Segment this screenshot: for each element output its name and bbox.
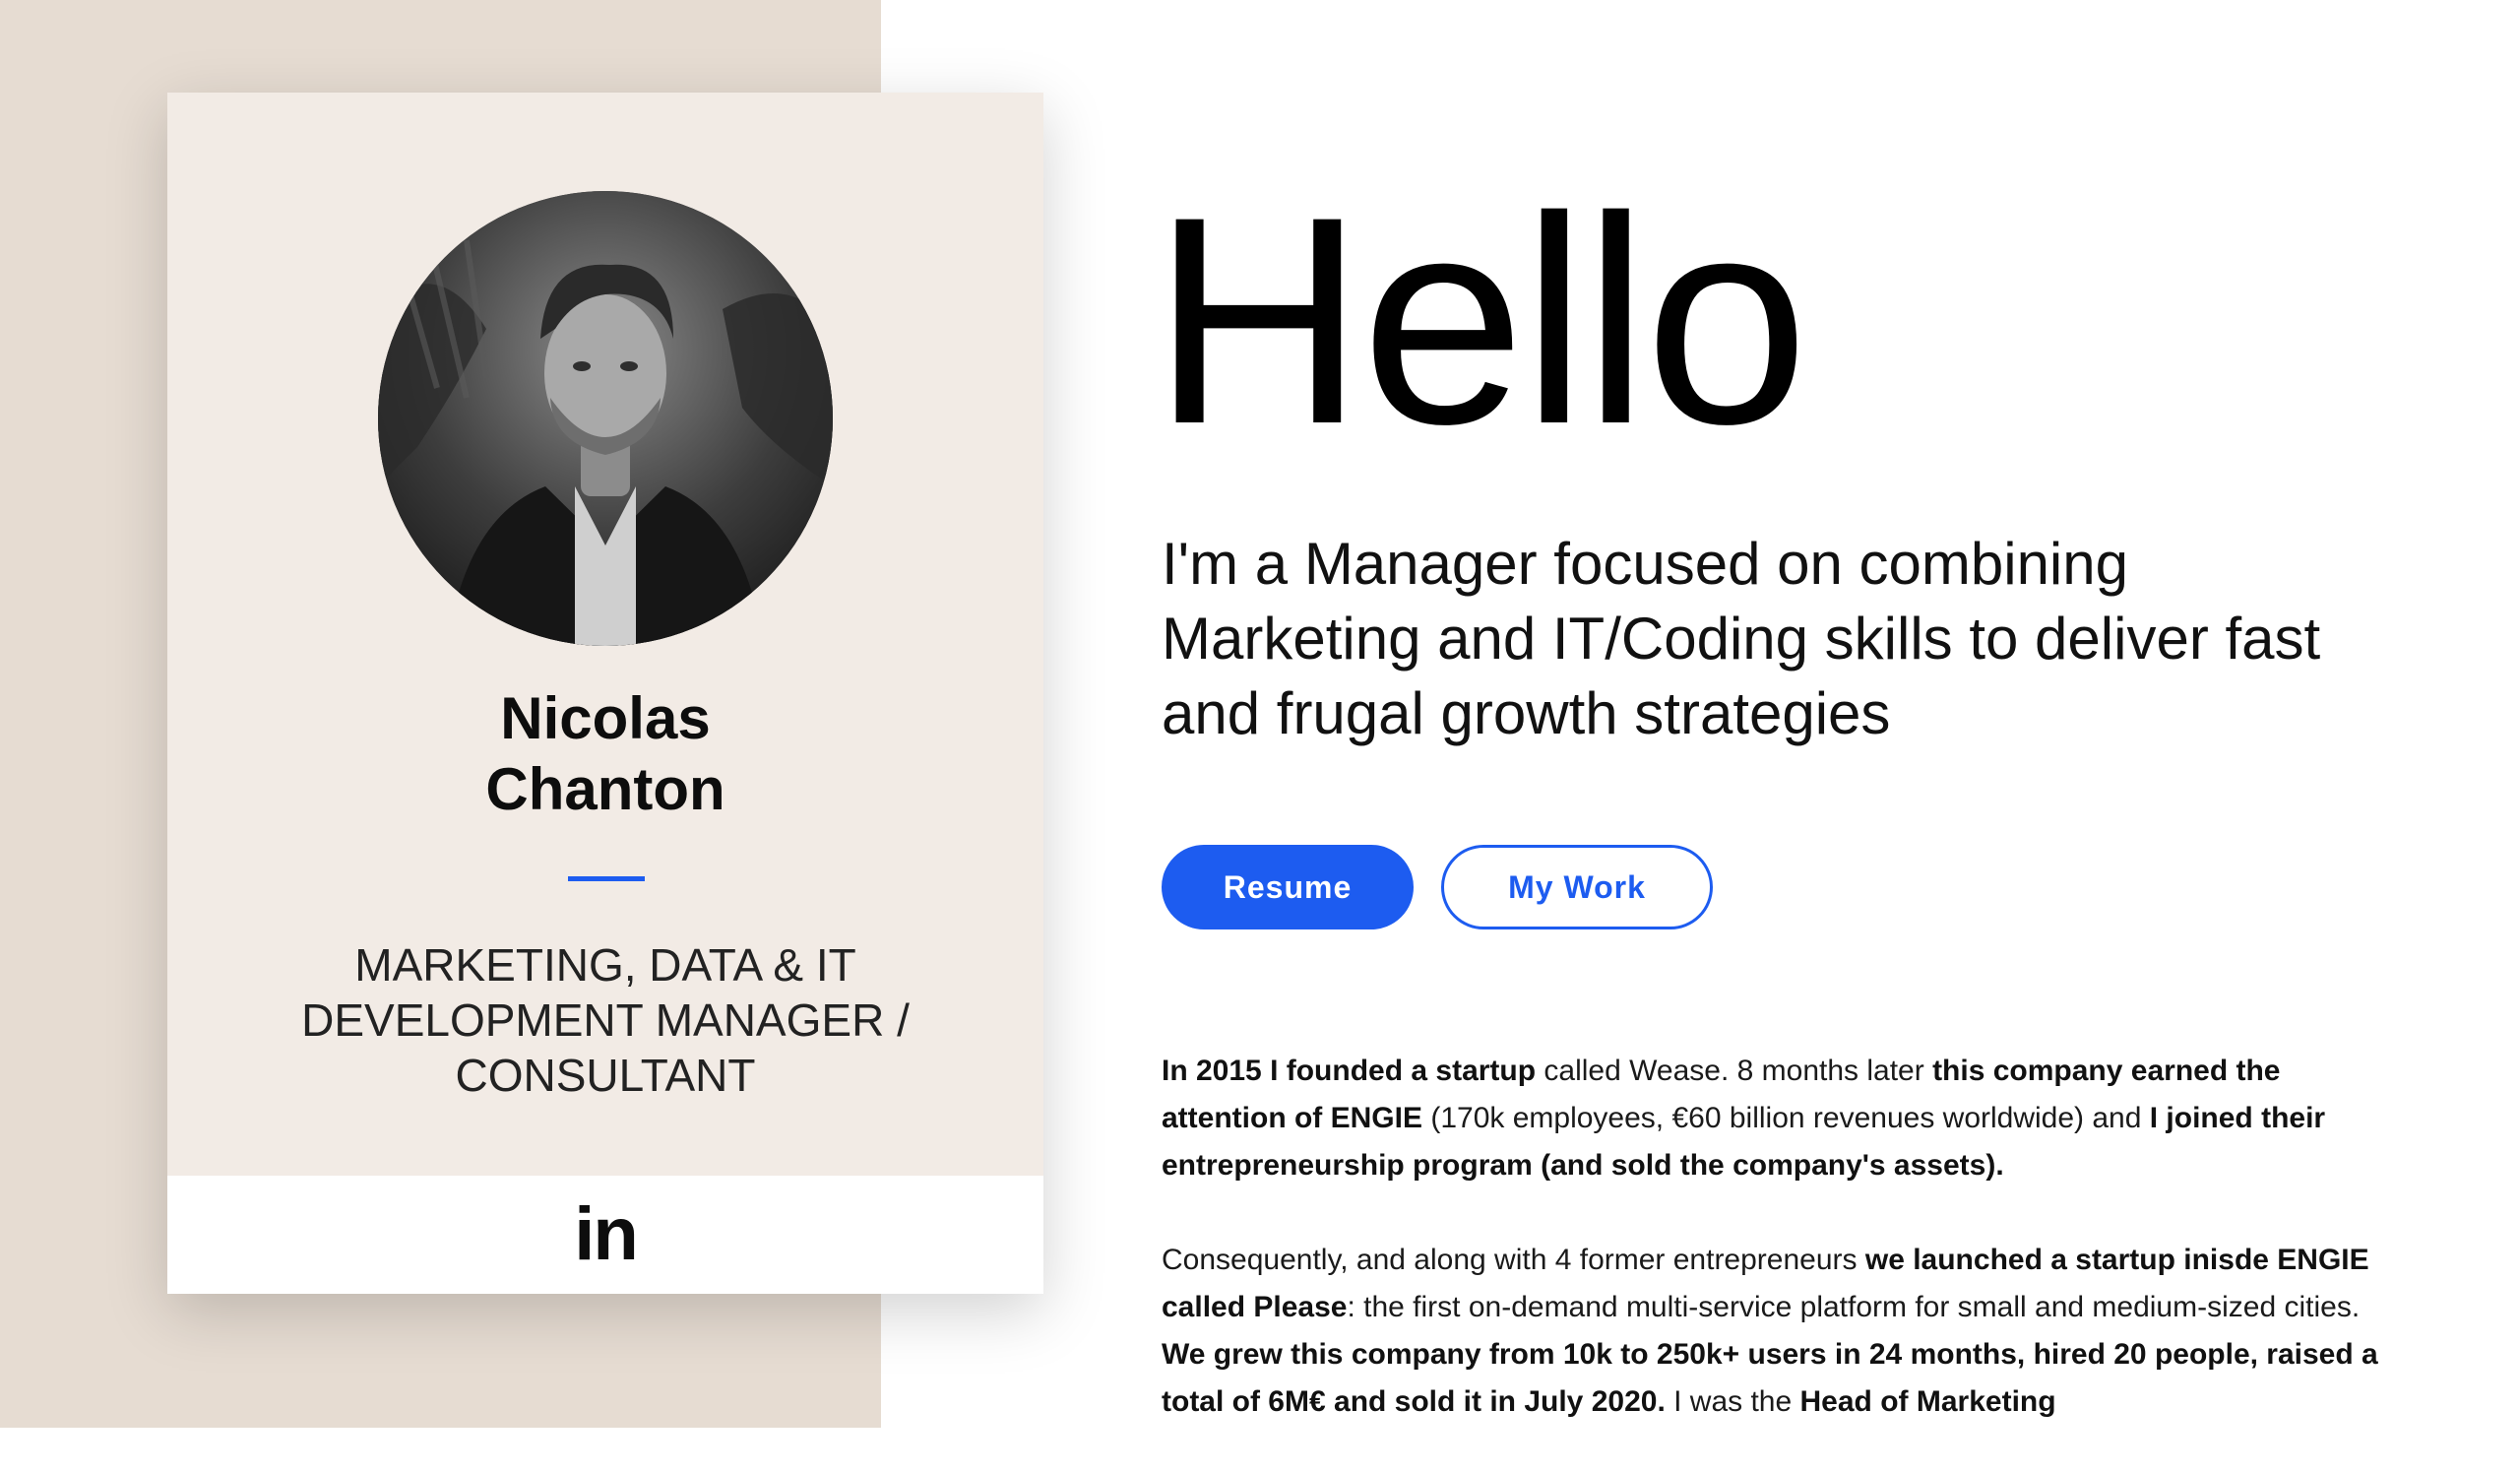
bio-p2-run-2: : the first on-demand multi-service plat… xyxy=(1347,1291,2361,1323)
tagline: I'm a Manager focused on combining Marke… xyxy=(1162,531,2321,746)
cta-buttons: Resume My Work xyxy=(1162,845,1713,929)
resume-button[interactable]: Resume xyxy=(1162,845,1414,929)
page-title: Hello xyxy=(1152,155,1809,485)
bio-p1-run-1: called Wease. 8 months later xyxy=(1536,1055,1933,1087)
name-last: Chanton xyxy=(485,756,725,822)
bio-p2-run-5: Head of Marketing xyxy=(1799,1385,2056,1418)
bio-p2-run-4: I was the xyxy=(1665,1385,1800,1418)
bio-p1-run-0: In 2015 I founded a startup xyxy=(1162,1055,1537,1087)
profile-name: Nicolas Chanton xyxy=(167,683,1043,825)
profile-card: Nicolas Chanton MARKETING, DATA & IT DEV… xyxy=(167,93,1043,1294)
bio-paragraph-1: In 2015 I founded a startup called Wease… xyxy=(1162,1048,2392,1189)
bio-paragraph-2: Consequently, and along with 4 former en… xyxy=(1162,1237,2392,1426)
my-work-button[interactable]: My Work xyxy=(1441,845,1713,929)
accent-divider xyxy=(568,876,645,881)
name-first: Nicolas xyxy=(500,685,711,751)
bio-p2-run-0: Consequently, and along with 4 former en… xyxy=(1162,1244,1865,1276)
avatar xyxy=(378,191,833,646)
bio-text: In 2015 I founded a startup called Wease… xyxy=(1162,1048,2392,1473)
profile-role: MARKETING, DATA & IT DEVELOPMENT MANAGER… xyxy=(301,939,910,1101)
card-footer: in xyxy=(167,1176,1043,1294)
linkedin-icon[interactable]: in xyxy=(574,1197,639,1272)
bio-p1-run-3: (170k employees, €60 billion revenues wo… xyxy=(1422,1102,2150,1134)
